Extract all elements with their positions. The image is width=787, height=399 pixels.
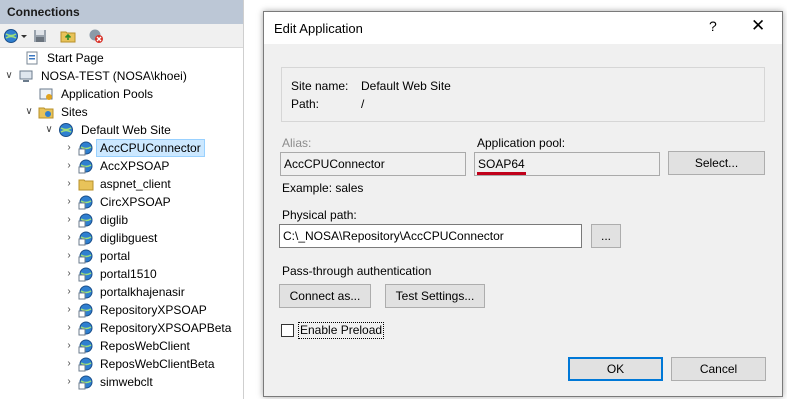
physical-path-label: Physical path: xyxy=(282,208,357,222)
edit-application-dialog: Edit Application ? ✕ Site name: Default … xyxy=(263,11,783,397)
start-page-icon xyxy=(26,51,38,65)
annotation-underline xyxy=(477,172,526,175)
folder-icon xyxy=(78,179,94,191)
path-label: Path: xyxy=(291,97,320,111)
disconnect-icon[interactable] xyxy=(88,28,104,44)
path-value: / xyxy=(361,97,365,111)
connections-panel: Connections Start Page ∨ NOSA-TEST (NOSA… xyxy=(0,0,244,399)
site-name-value: Default Web Site xyxy=(361,79,451,93)
expand-chevron-icon[interactable]: › xyxy=(64,373,74,391)
connections-toolbar xyxy=(0,24,243,48)
folder-up-icon[interactable] xyxy=(60,28,76,44)
dropdown-arrow-icon[interactable] xyxy=(20,28,28,44)
application-icon xyxy=(78,231,93,246)
ok-button[interactable]: OK xyxy=(568,357,663,381)
expand-chevron-icon[interactable]: › xyxy=(64,247,74,265)
app-pools-icon xyxy=(39,88,53,100)
application-icon xyxy=(78,141,93,156)
site-info-box: Site name: Default Web Site Path: / xyxy=(281,67,765,122)
collapse-chevron-icon[interactable]: ∨ xyxy=(24,103,34,121)
close-icon[interactable]: ✕ xyxy=(751,16,765,36)
help-icon[interactable]: ? xyxy=(709,18,717,34)
application-icon xyxy=(78,285,93,300)
connections-title: Connections xyxy=(0,0,243,24)
connect-as-button[interactable]: Connect as... xyxy=(279,284,371,308)
application-pool-label: Application pool: xyxy=(477,136,566,150)
application-icon xyxy=(78,159,93,174)
application-icon xyxy=(78,303,93,318)
site-name-label: Site name: xyxy=(291,79,349,93)
application-icon xyxy=(78,213,93,228)
application-icon xyxy=(78,339,93,354)
alias-field[interactable]: AccCPUConnector xyxy=(280,152,466,176)
expand-chevron-icon[interactable]: › xyxy=(64,175,74,193)
expand-chevron-icon[interactable]: › xyxy=(64,319,74,337)
enable-preload-checkbox[interactable] xyxy=(281,324,294,337)
expand-chevron-icon[interactable]: › xyxy=(64,157,74,175)
collapse-chevron-icon[interactable]: ∨ xyxy=(44,121,54,139)
enable-preload-label[interactable]: Enable Preload xyxy=(298,322,385,339)
alias-label: Alias: xyxy=(282,136,312,150)
connect-globe-icon[interactable] xyxy=(3,28,19,44)
cancel-button[interactable]: Cancel xyxy=(671,357,766,381)
save-icon[interactable] xyxy=(32,28,48,44)
server-icon xyxy=(19,70,33,82)
expand-chevron-icon[interactable]: › xyxy=(64,337,74,355)
application-icon xyxy=(78,321,93,336)
application-icon xyxy=(78,357,93,372)
expand-chevron-icon[interactable]: › xyxy=(64,229,74,247)
dialog-titlebar: Edit Application ? ✕ xyxy=(264,12,782,44)
expand-chevron-icon[interactable]: › xyxy=(64,301,74,319)
application-icon xyxy=(78,267,93,282)
expand-chevron-icon[interactable]: › xyxy=(64,355,74,373)
application-icon xyxy=(78,249,93,264)
expand-chevron-icon[interactable]: › xyxy=(64,139,74,157)
globe-icon xyxy=(59,123,73,137)
expand-chevron-icon[interactable]: › xyxy=(64,265,74,283)
application-icon xyxy=(78,375,93,390)
expand-chevron-icon[interactable]: › xyxy=(64,283,74,301)
collapse-chevron-icon[interactable]: ∨ xyxy=(4,67,14,85)
physical-path-input[interactable]: C:\_NOSA\Repository\AccCPUConnector xyxy=(279,224,582,248)
example-text: Example: sales xyxy=(282,181,364,195)
browse-button[interactable]: ... xyxy=(591,224,621,248)
sites-folder-icon xyxy=(38,107,54,119)
dialog-title: Edit Application xyxy=(274,21,363,36)
test-settings-button[interactable]: Test Settings... xyxy=(385,284,485,308)
expand-chevron-icon[interactable]: › xyxy=(64,193,74,211)
expand-chevron-icon[interactable]: › xyxy=(64,211,74,229)
passthrough-auth-label: Pass-through authentication xyxy=(282,264,432,278)
select-button[interactable]: Select... xyxy=(668,151,765,175)
application-icon xyxy=(78,195,93,210)
